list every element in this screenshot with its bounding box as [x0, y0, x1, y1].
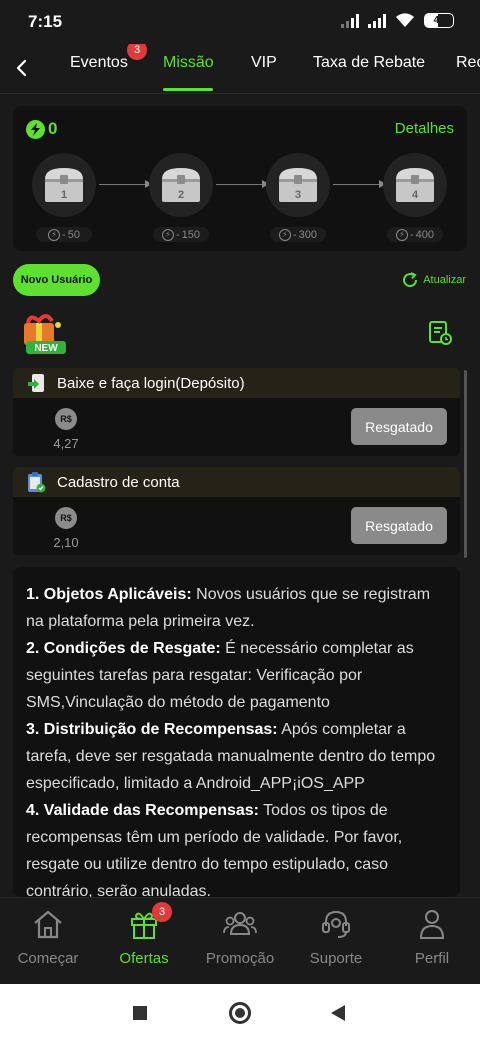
system-navigation-bar	[0, 984, 480, 1042]
eventos-badge: 3	[127, 44, 147, 60]
rule-item: 3. Distribuição de Recompensas: Após com…	[26, 716, 447, 797]
chest-cost-value: 150	[181, 228, 201, 241]
refresh-icon	[403, 272, 418, 288]
task-title: Cadastro de conta	[57, 473, 180, 491]
chest-number: 2	[177, 189, 185, 201]
bolt-icon: ⚡	[48, 228, 61, 241]
reward-amount: 2,10	[53, 535, 79, 550]
rules-panel: 1. Objetos Aplicáveis: Novos usuários qu…	[13, 567, 460, 897]
task-header: Baixe e faça login(Depósito)	[13, 368, 460, 398]
chest-cost-2: ⚡ -150	[153, 227, 209, 242]
task-reward: R$ 4,27	[51, 408, 81, 451]
active-tab-indicator	[163, 88, 213, 91]
scrollbar[interactable]	[464, 370, 467, 558]
points-value: 0	[48, 119, 58, 138]
tab-eventos[interactable]: Eventos	[70, 54, 128, 72]
rule-heading: 1. Objetos Aplicáveis:	[26, 586, 192, 603]
chest-cost-value: 400	[415, 228, 435, 241]
chest-number: 1	[60, 189, 68, 201]
nav-label: Perfil	[414, 950, 450, 967]
status-icons: 42	[341, 13, 454, 28]
redeemed-button[interactable]: Resgatado	[351, 507, 447, 544]
home-button-icon[interactable]	[229, 1002, 251, 1024]
novo-usuario-chip[interactable]: Novo Usuário	[13, 264, 100, 296]
ofertas-badge: 3	[152, 902, 172, 922]
records-icon[interactable]	[428, 320, 452, 346]
rule-heading: 3. Distribuição de Recompensas:	[26, 721, 278, 738]
new-badge-text: NEW	[34, 343, 58, 354]
rule-item: 2. Condições de Resgate: É necessário co…	[26, 635, 447, 716]
chest-cost-value: 50	[67, 228, 80, 241]
download-icon	[25, 372, 47, 394]
nav-label: Começar	[17, 950, 79, 967]
recent-apps-icon[interactable]	[133, 1006, 147, 1020]
chest-cost-3: ⚡ -300	[270, 227, 326, 242]
chest-1[interactable]: 1	[32, 153, 96, 217]
reward-amount: 4,27	[53, 436, 79, 451]
chest-connector	[333, 180, 386, 188]
task-card: Cadastro de conta R$ 2,10 Resgatado	[13, 467, 460, 555]
back-arrow-icon[interactable]	[10, 54, 34, 82]
refresh-label: Atualizar	[423, 274, 466, 286]
clipboard-check-icon	[25, 471, 47, 493]
back-triangle-icon[interactable]	[331, 1005, 345, 1021]
chest-cost-4: ⚡ -400	[387, 227, 443, 242]
nav-ofertas[interactable]: Ofertas 3	[96, 902, 192, 967]
currency-icon: R$	[55, 408, 77, 430]
new-gift-icon: NEW	[24, 314, 66, 354]
task-header: Cadastro de conta	[13, 467, 460, 497]
refresh-button[interactable]: Atualizar	[401, 271, 466, 289]
chest-number: 4	[411, 189, 419, 201]
nav-perfil[interactable]: Perfil	[384, 906, 480, 967]
wifi-icon	[396, 13, 414, 27]
nav-label: Ofertas	[119, 950, 169, 967]
nav-label: Suporte	[309, 950, 363, 967]
chest-connector	[216, 180, 269, 188]
details-link[interactable]: Detalhes	[395, 120, 454, 137]
person-icon	[419, 910, 445, 939]
nav-suporte[interactable]: Suporte	[288, 906, 384, 967]
rule-item: 1. Objetos Aplicáveis: Novos usuários qu…	[26, 581, 447, 635]
bolt-icon: ⚡	[278, 228, 291, 241]
status-bar: 7:15 42	[0, 0, 480, 44]
nav-comecar[interactable]: Começar	[0, 906, 96, 967]
chest-cost-value: 300	[298, 228, 318, 241]
bolt-icon	[26, 119, 45, 139]
rule-heading: 4. Validade das Recompensas:	[26, 802, 259, 819]
tab-bar: Eventos 3 Missão VIP Taxa de Rebate Rec	[0, 44, 480, 94]
nav-promocao[interactable]: Promoção	[192, 906, 288, 967]
chest-number: 3	[294, 189, 302, 201]
rule-heading: 2. Condições de Resgate:	[26, 640, 221, 657]
people-icon	[223, 912, 257, 935]
headset-icon	[322, 910, 350, 938]
battery-level: 42	[433, 15, 445, 26]
tab-vip[interactable]: VIP	[251, 54, 277, 72]
status-time: 7:15	[28, 12, 63, 31]
nav-label: Promoção	[205, 950, 275, 967]
tab-missao[interactable]: Missão	[163, 54, 214, 72]
home-icon	[34, 910, 62, 939]
signal-icon-2	[368, 13, 386, 28]
signal-icon	[341, 13, 359, 28]
redeemed-button[interactable]: Resgatado	[351, 408, 447, 445]
bottom-navigation: Começar Ofertas 3 Promoção Suporte Perfi…	[0, 897, 480, 984]
battery-icon: 42	[424, 13, 454, 28]
chest-progress-card: 0 Detalhes 1 2 3 4 ⚡ -50 ⚡ -150 ⚡ -300 ⚡ -40…	[13, 106, 467, 251]
chest-3[interactable]: 3	[266, 153, 330, 217]
chest-connector	[99, 180, 152, 188]
task-card: Baixe e faça login(Depósito) R$ 4,27 Res…	[13, 368, 460, 456]
chest-4[interactable]: 4	[383, 153, 447, 217]
points-counter: 0	[26, 119, 57, 139]
tab-rec[interactable]: Rec	[456, 54, 480, 72]
bolt-icon: ⚡	[161, 228, 174, 241]
task-title: Baixe e faça login(Depósito)	[57, 374, 245, 392]
rule-item: 4. Validade das Recompensas: Todos os ti…	[26, 797, 447, 897]
chest-2[interactable]: 2	[149, 153, 213, 217]
currency-icon: R$	[55, 507, 77, 529]
tab-taxa-de-rebate[interactable]: Taxa de Rebate	[313, 54, 425, 72]
task-reward: R$ 2,10	[51, 507, 81, 550]
chest-cost-1: ⚡ -50	[36, 227, 92, 242]
bolt-icon: ⚡	[395, 228, 408, 241]
